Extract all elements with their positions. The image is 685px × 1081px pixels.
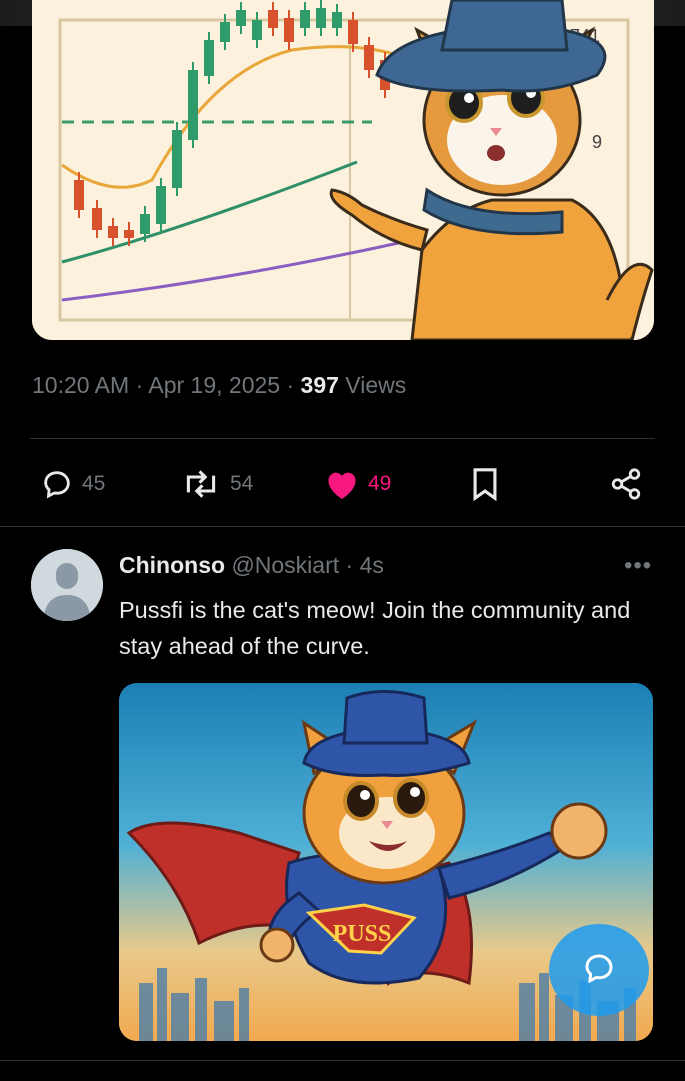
like-button[interactable]: 49 — [324, 466, 391, 502]
bookmark-icon — [470, 467, 500, 501]
candle-body — [140, 214, 150, 234]
compose-button[interactable] — [549, 924, 649, 1016]
repost-icon — [180, 467, 222, 501]
candle-body — [316, 8, 326, 28]
default-avatar-icon — [31, 549, 103, 621]
reply-count: 45 — [82, 472, 106, 495]
views-label: Views — [345, 372, 407, 398]
post-date: Apr 19, 2025 — [148, 372, 281, 398]
puss-emblem-text: PUSS — [333, 921, 392, 947]
user-handle[interactable]: @Noskiart — [231, 552, 339, 578]
candle-body — [332, 12, 342, 28]
post-metadata: 10:20 AM · Apr 19, 2025 · 397 Views — [32, 372, 407, 398]
views-count: 397 — [300, 372, 339, 398]
repost-count: 54 — [230, 472, 254, 495]
heart-icon — [324, 467, 360, 501]
post-image-chart-cat[interactable]: 741 9 10304 — [32, 0, 654, 340]
candle-body — [172, 130, 182, 188]
chart-cat-illustration: 741 9 10304 — [32, 0, 654, 340]
bookmark-button[interactable] — [470, 466, 500, 502]
post-age: 4s — [359, 552, 384, 578]
candle-body — [74, 180, 84, 210]
like-count: 49 — [368, 472, 392, 495]
divider — [30, 438, 655, 439]
repost-button[interactable]: 54 — [180, 466, 253, 502]
next-action-row — [0, 1060, 685, 1081]
share-icon — [608, 467, 644, 501]
candle-body — [284, 18, 294, 42]
candle-body — [108, 226, 118, 238]
candle-body — [300, 10, 310, 28]
candle-body — [268, 10, 278, 28]
candle-body — [204, 40, 214, 76]
candle-body — [188, 70, 198, 140]
candle-body — [124, 230, 134, 238]
reply-icon — [40, 467, 74, 501]
chart-label-mid: 9 — [592, 132, 602, 152]
compose-icon — [581, 950, 617, 991]
candle-body — [348, 20, 358, 44]
display-name[interactable]: Chinonso — [119, 552, 225, 578]
candle-body — [92, 208, 102, 230]
reply-button[interactable]: 45 — [40, 466, 105, 502]
reply-author-line: Chinonso @Noskiart · 4s — [119, 552, 384, 578]
more-options-icon[interactable]: ••• — [624, 552, 652, 580]
post-time: 10:20 AM — [32, 372, 130, 398]
candle-body — [220, 22, 230, 42]
share-button[interactable] — [608, 466, 644, 502]
candle-body — [252, 20, 262, 40]
post-separator — [0, 526, 685, 527]
avatar[interactable] — [31, 549, 103, 621]
candle-body — [364, 45, 374, 70]
reply-text: Pussfi is the cat's meow! Join the commu… — [119, 597, 631, 659]
candle-body — [156, 186, 166, 224]
candle-body — [236, 10, 246, 26]
